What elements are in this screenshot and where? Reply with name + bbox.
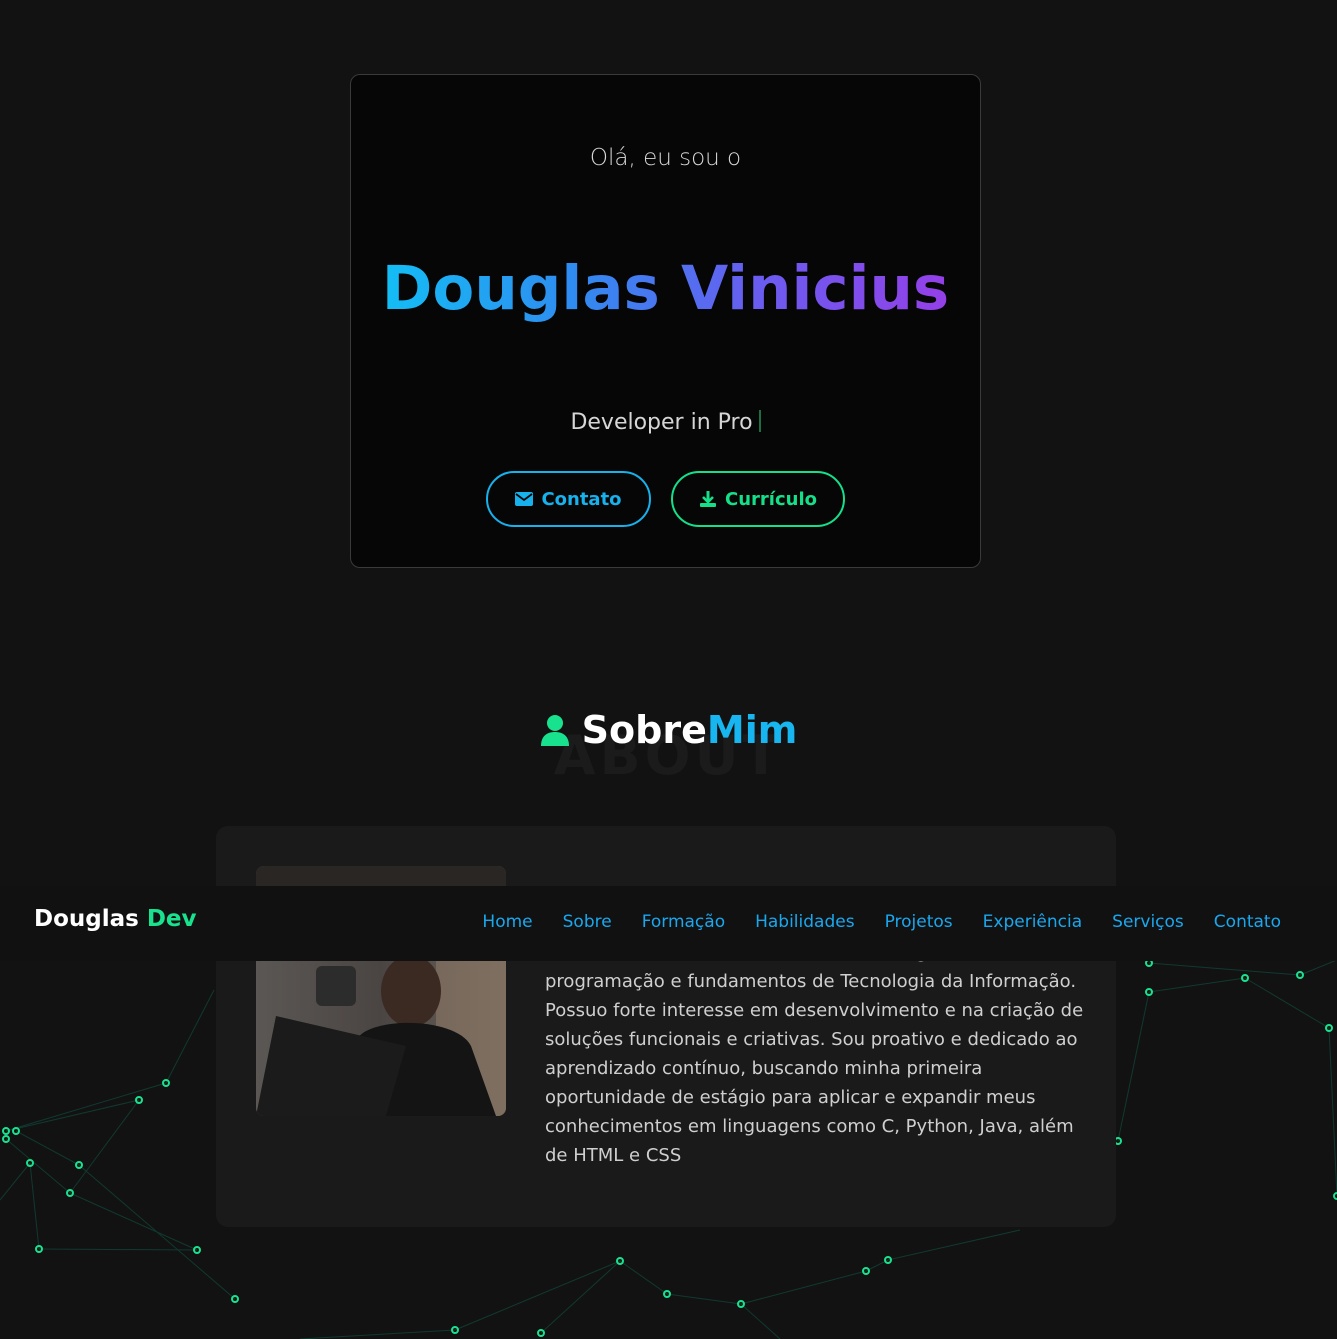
- section-title-blue: Mim: [706, 708, 798, 752]
- site-logo[interactable]: Douglas Dev: [34, 906, 197, 932]
- page: Olá, eu sou o Douglas Vinicius Developer…: [0, 0, 1337, 1339]
- user-icon: [540, 715, 569, 746]
- cv-download-button[interactable]: Currículo: [671, 471, 845, 527]
- section-title-white: Sobre: [581, 708, 707, 752]
- cv-button-label: Currículo: [725, 488, 817, 510]
- download-icon: [700, 491, 717, 507]
- nav-link-projetos[interactable]: Projetos: [885, 912, 953, 932]
- hero-card: Olá, eu sou o Douglas Vinicius Developer…: [350, 74, 981, 568]
- navbar: Douglas Dev Home Sobre Formação Habilida…: [0, 886, 1337, 961]
- logo-accent: Dev: [146, 906, 197, 932]
- hero-role: Developer in Pro: [351, 410, 980, 435]
- logo-main: Douglas: [34, 906, 139, 932]
- nav-link-servicos[interactable]: Serviços: [1112, 912, 1184, 932]
- nav-link-sobre[interactable]: Sobre: [563, 912, 612, 932]
- section-title-row: SobreMim: [0, 708, 1337, 752]
- hero-greeting: Olá, eu sou o: [589, 145, 742, 171]
- typing-caret: [758, 410, 761, 432]
- nav-link-habilidades[interactable]: Habilidades: [755, 912, 854, 932]
- nav-link-experiencia[interactable]: Experiência: [983, 912, 1083, 932]
- envelope-icon: [515, 492, 534, 506]
- contact-button[interactable]: Contato: [486, 471, 651, 527]
- contact-button-label: Contato: [541, 488, 622, 510]
- nav-link-home[interactable]: Home: [482, 912, 532, 932]
- hero-role-text: Developer in Pro: [570, 410, 753, 435]
- nav-link-contato[interactable]: Contato: [1214, 912, 1281, 932]
- nav-link-formacao[interactable]: Formação: [642, 912, 725, 932]
- hero-buttons: Contato Currículo: [351, 471, 980, 527]
- hero-name: Douglas Vinicius: [351, 253, 980, 324]
- nav-links: Home Sobre Formação Habilidades Projetos…: [482, 912, 1281, 932]
- about-description: estou construindo uma base sólida em lóg…: [545, 942, 1084, 1166]
- about-section-heading: ABOUT SobreMim: [0, 708, 1337, 787]
